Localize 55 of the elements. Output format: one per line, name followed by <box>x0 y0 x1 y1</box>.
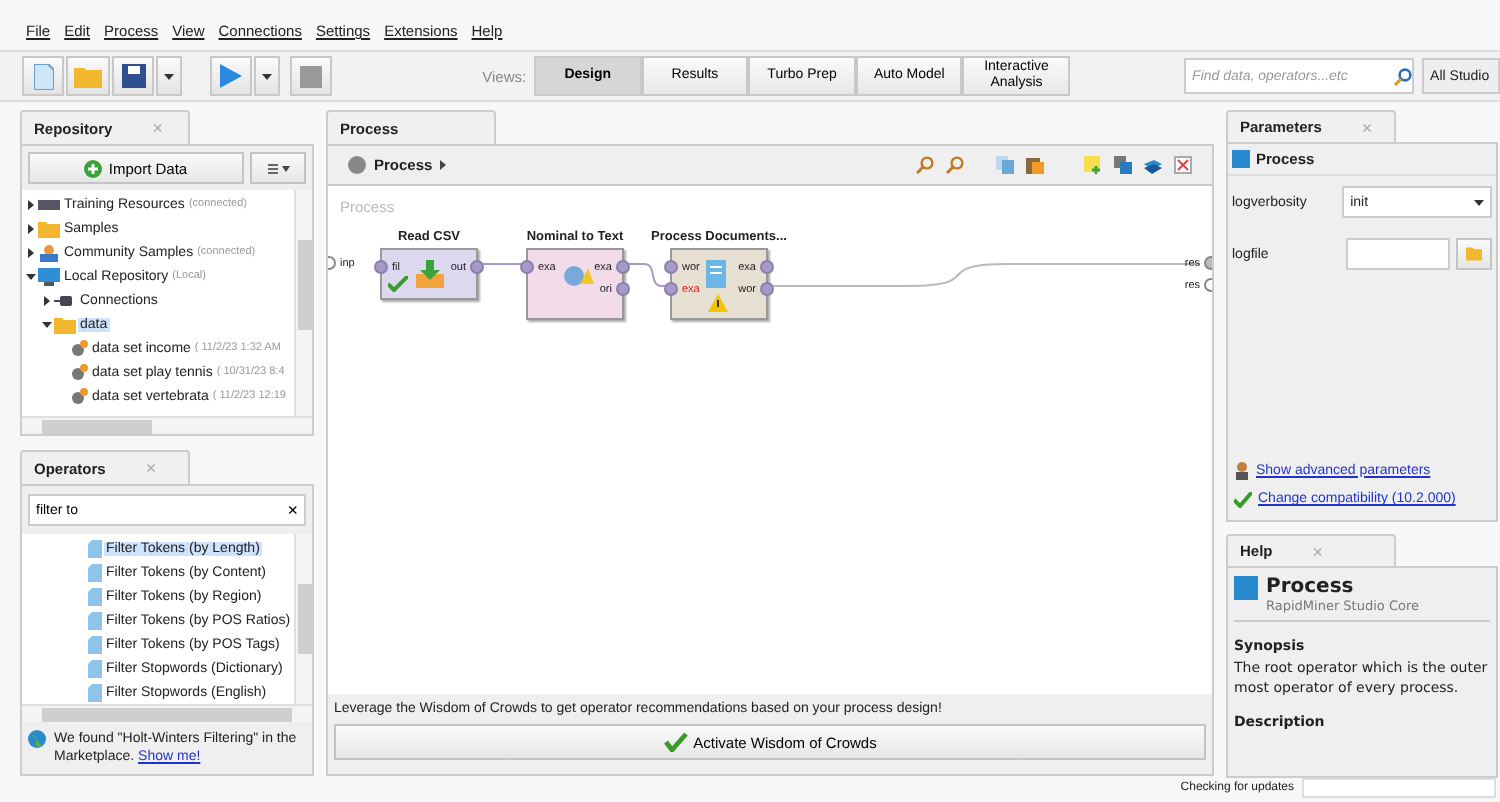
caret-icon <box>164 73 175 79</box>
new-button[interactable] <box>22 56 65 96</box>
help-title: Process <box>1266 576 1356 599</box>
parameter-field[interactable] <box>1345 238 1450 271</box>
monitor-icon <box>38 267 60 285</box>
scrollbar[interactable] <box>22 416 312 434</box>
dataset-icon <box>70 339 88 357</box>
menu-button[interactable] <box>250 152 306 184</box>
people-icon <box>38 243 60 261</box>
clipboard-icon <box>1026 156 1044 174</box>
collapsed-arrow-icon[interactable] <box>25 223 35 233</box>
page-icon <box>33 63 54 89</box>
plug-icon <box>54 291 76 309</box>
play-icon <box>219 64 242 88</box>
port-icon[interactable] <box>520 260 534 274</box>
collapsed-arrow-icon[interactable] <box>41 295 51 305</box>
stop-button[interactable] <box>289 56 333 96</box>
note-icon <box>1084 156 1102 174</box>
save-menu-button[interactable] <box>156 56 182 96</box>
zoom-in-icon <box>916 156 934 174</box>
search-icon <box>1394 67 1413 85</box>
collapsed-arrow-icon[interactable] <box>25 199 35 209</box>
check-icon <box>663 732 688 752</box>
folder-icon <box>38 219 60 237</box>
expanded-arrow-icon[interactable] <box>41 319 51 329</box>
globe-icon <box>28 730 46 748</box>
port-icon[interactable] <box>470 260 484 274</box>
caret-icon <box>440 160 447 170</box>
document-icon <box>706 260 726 288</box>
collapsed-arrow-icon[interactable] <box>25 247 35 257</box>
check-icon <box>1234 491 1252 507</box>
folder-icon <box>54 315 76 333</box>
plus-icon <box>84 159 103 177</box>
run-menu-button[interactable] <box>254 56 280 96</box>
tray-icon <box>416 260 444 288</box>
caret-icon <box>261 73 272 79</box>
layers-icon <box>1144 156 1162 174</box>
scrollbar[interactable] <box>294 534 312 704</box>
folder-icon <box>1466 246 1482 263</box>
stop-icon <box>299 65 322 87</box>
expanded-arrow-icon[interactable] <box>25 271 35 281</box>
port-icon[interactable] <box>374 260 388 274</box>
menu-icon <box>267 163 289 173</box>
save-button[interactable] <box>111 56 155 96</box>
dataset-icon <box>70 387 88 405</box>
stack-icon <box>1114 156 1132 174</box>
person-icon <box>1234 461 1250 479</box>
zoom-out-icon <box>946 156 964 174</box>
scrollbar[interactable] <box>294 190 312 416</box>
dataset-icon <box>70 363 88 381</box>
copy-icon <box>996 156 1014 174</box>
caret-icon <box>1474 199 1484 206</box>
folder-icon <box>74 65 103 87</box>
server-icon <box>38 195 60 213</box>
scrollbar[interactable] <box>22 704 312 722</box>
